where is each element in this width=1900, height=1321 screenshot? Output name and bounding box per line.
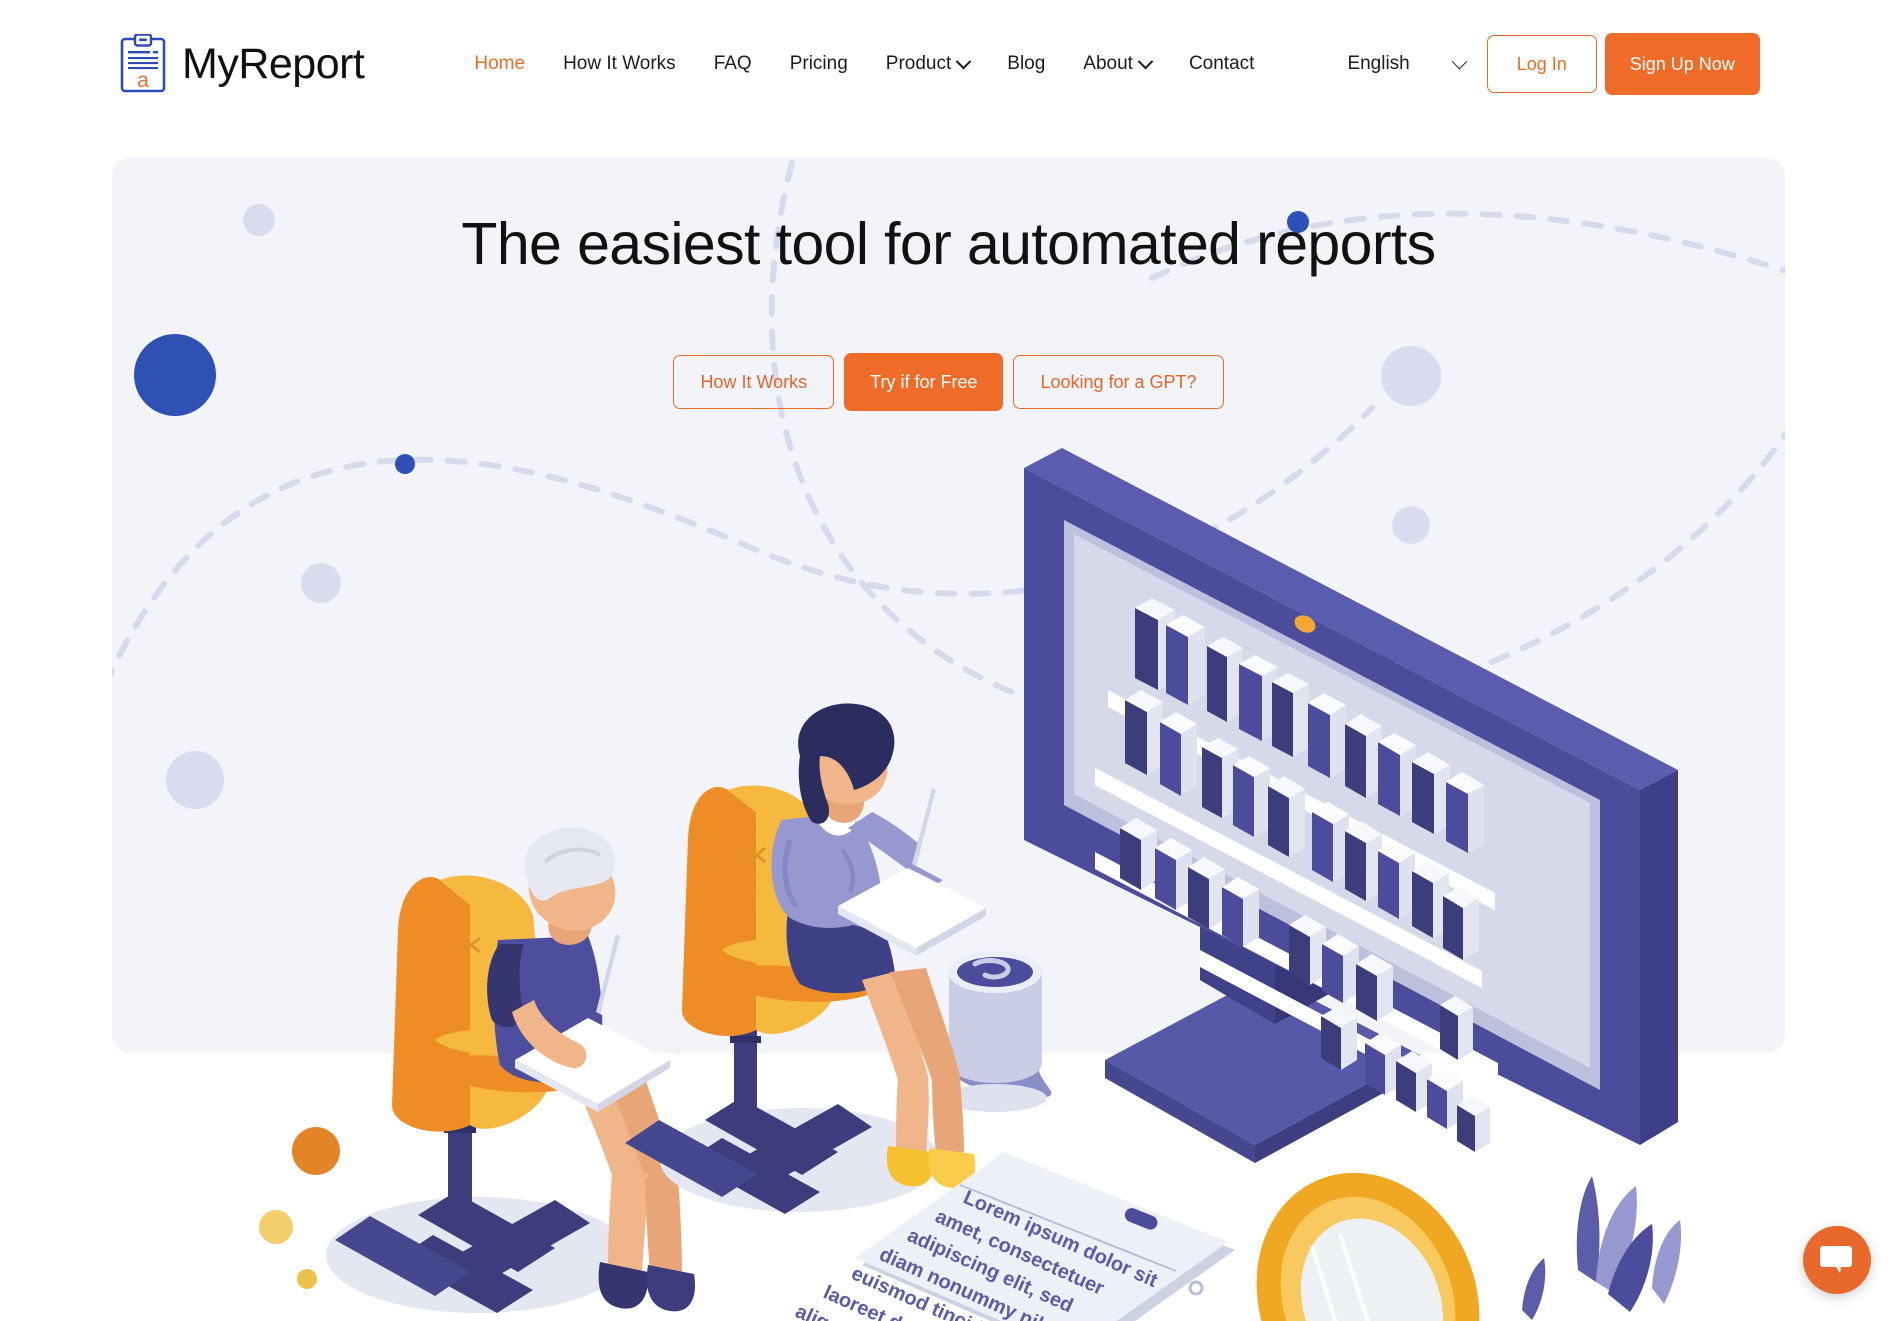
gold-coin-illustration (1256, 1172, 1480, 1321)
accent-circles-bottom-left (259, 1127, 340, 1289)
nav-item-contact[interactable]: Contact (1170, 45, 1273, 83)
chat-widget-button[interactable] (1803, 1226, 1871, 1294)
signup-button[interactable]: Sign Up Now (1604, 33, 1760, 95)
nav-label: Product (885, 53, 952, 74)
cta-label: How It Works (700, 371, 808, 392)
site-header: a MyReport Home How It Works FAQ Pricing… (0, 0, 1900, 128)
svg-text:amet, consectetuer: amet, consectetuer (932, 1205, 1108, 1299)
svg-text:Lorem ipsum dolor sit: Lorem ipsum dolor sit (960, 1186, 1161, 1292)
chevron-down-icon (955, 53, 972, 69)
nav-label: Blog (1007, 53, 1046, 74)
svg-text:laoreet dolore magna: laoreet dolore magna (820, 1281, 1015, 1321)
svg-text:a: a (137, 69, 149, 92)
clipboard-report-icon: a (118, 33, 168, 94)
svg-text:euismod tincidunt ut: euismod tincidunt ut (848, 1262, 1037, 1321)
lorem-ipsum-document: Lorem ipsum dolor sit amet, consectetuer… (764, 1152, 1235, 1321)
chevron-down-icon (1451, 53, 1468, 69)
cta-try-it-for-free[interactable]: Try if for Free (844, 353, 1004, 411)
nav-item-blog[interactable]: Blog (988, 45, 1064, 83)
chevron-down-icon (1137, 53, 1154, 69)
nav-label: Pricing (789, 53, 848, 74)
hero-title: The easiest tool for automated reports (461, 211, 1436, 277)
login-button[interactable]: Log In (1486, 35, 1597, 93)
nav-label: Home (474, 53, 526, 74)
nav-label: About (1083, 53, 1133, 74)
main-nav: Home How It Works FAQ Pricing Product Bl… (455, 45, 1273, 83)
nav-item-faq[interactable]: FAQ (695, 45, 771, 83)
page-root: a MyReport Home How It Works FAQ Pricing… (0, 0, 1900, 1321)
cta-label: Try if for Free (870, 371, 978, 392)
svg-text:diam nonummy nibh: diam nonummy nibh (876, 1243, 1064, 1321)
svg-text:aliquam erat volutpat.: aliquam erat volutpat. (792, 1300, 990, 1321)
signup-label: Sign Up Now (1629, 53, 1735, 74)
nav-item-how-it-works[interactable]: How It Works (544, 45, 695, 83)
cta-how-it-works[interactable]: How It Works (673, 355, 835, 409)
nav-label: FAQ (713, 53, 752, 74)
nav-label: How It Works (563, 53, 676, 74)
hero-cta-group: How It Works Try if for Free Looking for… (112, 353, 1785, 411)
language-selected-value: English (1347, 53, 1410, 74)
cta-looking-for-a-gpt[interactable]: Looking for a GPT? (1013, 355, 1224, 409)
brand-name: MyReport (182, 39, 365, 88)
login-label: Log In (1516, 53, 1567, 74)
nav-item-about[interactable]: About (1064, 45, 1170, 83)
language-selector[interactable]: English (1347, 53, 1468, 75)
nav-item-home[interactable]: Home (455, 45, 544, 83)
cta-label: Looking for a GPT? (1040, 371, 1197, 392)
chat-bubble-icon (1820, 1241, 1854, 1280)
nav-item-product[interactable]: Product (867, 45, 988, 83)
svg-text:adipiscing elit, sed: adipiscing elit, sed (904, 1224, 1076, 1317)
hero-panel: The easiest tool for automated reports H… (112, 158, 1785, 1053)
nav-label: Contact (1188, 53, 1255, 74)
brand-logo[interactable]: a MyReport (118, 33, 365, 94)
hero-decorations (112, 158, 1785, 809)
nav-item-pricing[interactable]: Pricing (771, 45, 867, 83)
plant-leaves-illustration (1522, 1176, 1682, 1320)
